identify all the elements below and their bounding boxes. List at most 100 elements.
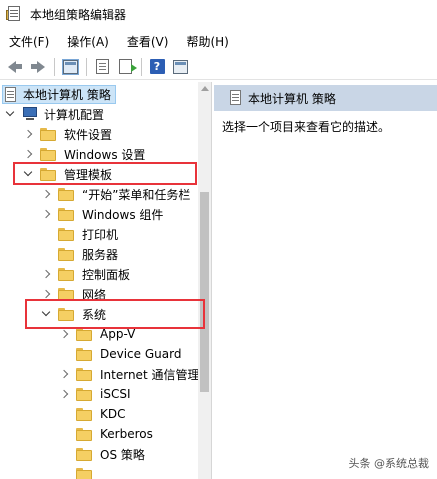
folder-icon: [76, 427, 92, 441]
no-chevron: [58, 348, 70, 360]
chevron-right-icon[interactable]: [40, 268, 52, 280]
tree-item[interactable]: Internet 通信管理: [58, 364, 199, 384]
folder-icon: [76, 367, 92, 381]
tree-item-label: 计算机配置: [44, 107, 105, 122]
folder-icon: [76, 347, 92, 361]
tree-item[interactable]: “开始”菜单和任务栏: [40, 184, 190, 204]
tree-item-label: Device Guard: [100, 347, 182, 361]
details-description: 选择一个项目来查看它的描述。: [222, 120, 391, 134]
highlight-box-admin-templates: [13, 162, 197, 185]
chevron-right-icon[interactable]: [22, 148, 34, 160]
folder-icon: [40, 127, 56, 141]
chevron-down-icon[interactable]: [4, 108, 16, 120]
tree-item[interactable]: 控制面板: [40, 264, 130, 284]
tree-item[interactable]: Kerberos: [58, 424, 153, 444]
tree-item-label: 软件设置: [64, 127, 113, 142]
folder-icon: [76, 327, 92, 341]
tree-scrollbar[interactable]: [198, 82, 211, 479]
help-button[interactable]: ?: [146, 57, 168, 77]
export-list-button[interactable]: [114, 57, 137, 77]
highlight-box-system: [25, 299, 205, 329]
chevron-right-icon[interactable]: [58, 388, 70, 400]
details-pane: 本地计算机 策略 选择一个项目来查看它的描述。: [214, 82, 437, 479]
tree-item[interactable]: 软件设置: [22, 124, 112, 144]
folder-icon: [76, 467, 92, 479]
folder-icon: [76, 447, 92, 461]
tree-item-label: Windows 设置: [64, 147, 146, 162]
filter-button[interactable]: [169, 57, 191, 77]
tree-item[interactable]: Windows 组件: [40, 204, 163, 224]
folder-icon: [76, 407, 92, 421]
menu-bar: 文件(F) 操作(A) 查看(V) 帮助(H): [0, 30, 437, 52]
folder-icon: [58, 207, 74, 221]
tree-item[interactable]: KDC: [58, 404, 126, 424]
tree-root-local-computer-policy[interactable]: 本地计算机 策略: [2, 85, 116, 104]
console-tree-icon: [61, 58, 79, 75]
tree-root-label: 本地计算机 策略: [23, 88, 111, 102]
tree-item-label: App-V: [100, 327, 136, 341]
details-header-title: 本地计算机 策略: [248, 91, 336, 106]
tree-item-label: 服务器: [82, 247, 119, 262]
toolbar-separator: [54, 57, 55, 76]
details-header: 本地计算机 策略: [214, 85, 437, 111]
tree-item-label: “开始”菜单和任务栏: [82, 187, 191, 202]
tree-item[interactable]: OS 策略: [58, 444, 145, 464]
folder-icon: [58, 187, 74, 201]
chevron-right-icon[interactable]: [58, 368, 70, 380]
scroll-up-arrow-icon[interactable]: [201, 86, 209, 91]
tree-item-label: KDC: [100, 407, 126, 421]
toolbar-separator: [86, 57, 87, 76]
tree-item[interactable]: 打印机: [40, 224, 118, 244]
back-arrow-icon: [8, 60, 22, 73]
tree-item[interactable]: iSCSI: [58, 384, 131, 404]
tree-item-label: Windows 组件: [82, 207, 164, 222]
no-chevron: [58, 468, 70, 479]
title-bar: 本地组策略编辑器: [0, 0, 437, 28]
no-chevron: [40, 228, 52, 240]
toolbar-separator: [141, 57, 142, 76]
no-chevron: [58, 428, 70, 440]
tree-item-computer-configuration[interactable]: 计算机配置: [4, 104, 104, 124]
toolbar: ?: [0, 54, 437, 80]
folder-icon: [76, 387, 92, 401]
no-chevron: [58, 408, 70, 420]
tree-item-label: iSCSI: [100, 387, 131, 401]
watermark: 头条 @系统总裁: [346, 455, 431, 471]
help-icon: ?: [149, 59, 165, 74]
tree-item-label: OS 策略: [100, 447, 145, 462]
console-tree: 本地计算机 策略 计算机配置 软件设置 Windows 设置 管理模板 “开始”菜单和…: [0, 82, 212, 479]
tree-item-label: Internet 通信管理: [100, 367, 200, 382]
show-hide-tree-button[interactable]: [59, 57, 81, 77]
menu-view[interactable]: 查看(V): [122, 33, 174, 50]
scroll-thumb[interactable]: [200, 192, 209, 392]
policy-icon: [228, 90, 242, 106]
tree-item-label: Kerberos: [100, 427, 153, 441]
tree-item[interactable]: Windows 设置: [22, 144, 145, 164]
chevron-right-icon[interactable]: [40, 188, 52, 200]
no-chevron: [58, 448, 70, 460]
chevron-right-icon[interactable]: [58, 328, 70, 340]
menu-help[interactable]: 帮助(H): [181, 33, 233, 50]
no-chevron: [40, 248, 52, 260]
menu-action[interactable]: 操作(A): [62, 33, 114, 50]
folder-icon: [58, 267, 74, 281]
tree-item-label: 控制面板: [82, 267, 131, 282]
back-button[interactable]: [4, 57, 26, 77]
tree-item[interactable]: Device Guard: [58, 344, 181, 364]
computer-icon: [22, 107, 38, 121]
policy-editor-app-icon: [6, 6, 22, 22]
window-title: 本地组策略编辑器: [30, 7, 127, 22]
tree-item-label: 打印机: [82, 227, 119, 242]
chevron-right-icon[interactable]: [40, 208, 52, 220]
chevron-right-icon[interactable]: [22, 128, 34, 140]
filter-view-icon: [172, 59, 188, 74]
properties-icon: [95, 59, 109, 74]
folder-icon: [58, 227, 74, 241]
tree-item[interactable]: [58, 464, 100, 479]
menu-file[interactable]: 文件(F): [4, 33, 54, 50]
forward-button[interactable]: [27, 57, 49, 77]
folder-icon: [40, 147, 56, 161]
tree-item[interactable]: 服务器: [40, 244, 118, 264]
properties-button[interactable]: [91, 57, 113, 77]
forward-arrow-icon: [31, 60, 45, 73]
